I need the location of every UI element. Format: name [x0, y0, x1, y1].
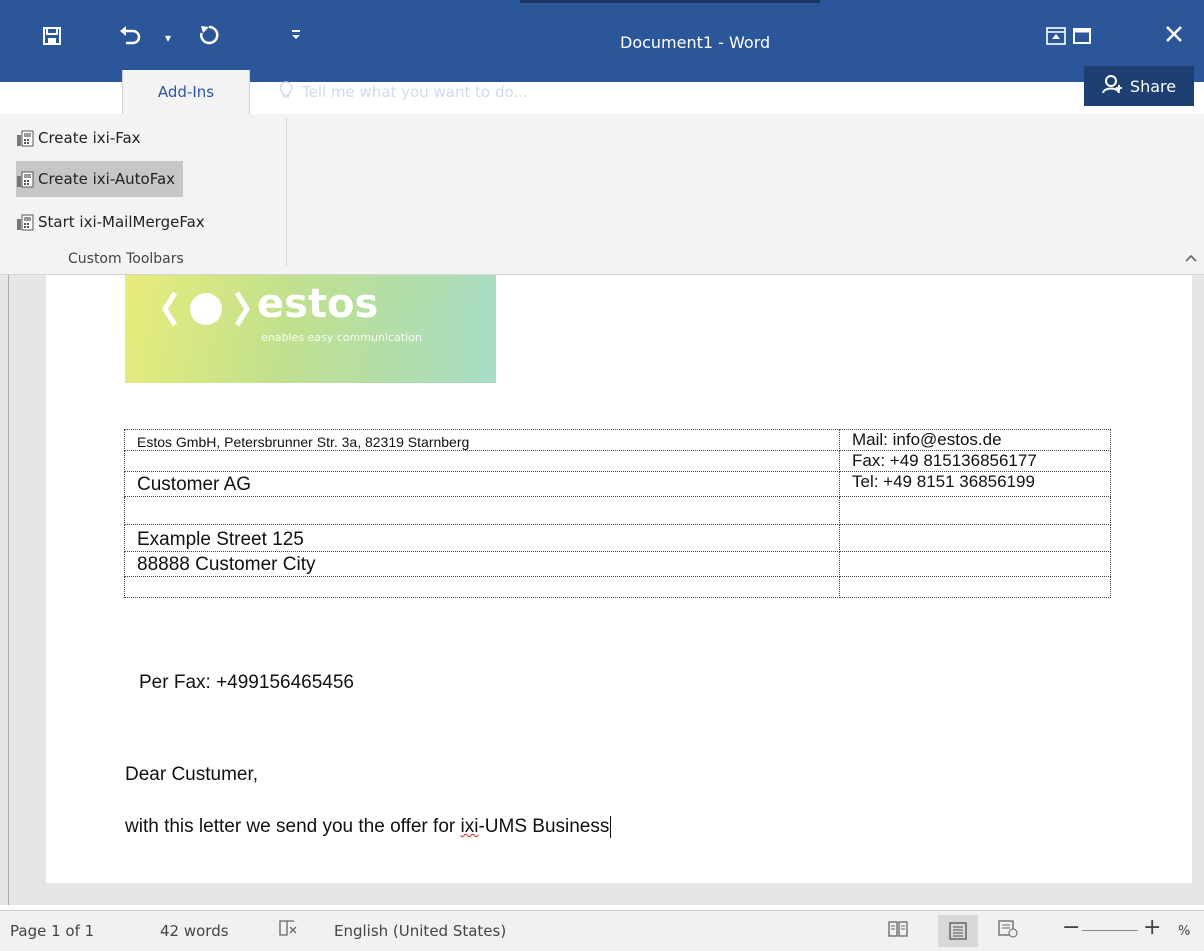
zoom-level[interactable]: %: [1178, 924, 1190, 939]
group-separator: [286, 118, 287, 266]
table-row: [124, 496, 1111, 525]
redo-icon[interactable]: [198, 24, 220, 51]
word-count[interactable]: 42 words: [160, 922, 229, 940]
lightbulb-icon: [278, 80, 294, 104]
document-area[interactable]: estos enables easy communication Estos G…: [0, 275, 1204, 905]
left-edge-line: [8, 275, 9, 905]
fax-icon: [16, 170, 34, 188]
tell-me-search[interactable]: Tell me what you want to do...: [278, 80, 528, 104]
zoom-in-icon[interactable]: +: [1143, 915, 1161, 940]
body-line[interactable]: with this letter we send you the offer f…: [125, 816, 612, 838]
body-text-prefix: with this letter we send you the offer f…: [125, 816, 461, 838]
save-icon[interactable]: [42, 26, 62, 51]
print-layout-button[interactable]: [938, 915, 978, 947]
document-page[interactable]: estos enables easy communication Estos G…: [46, 275, 1192, 883]
read-mode-icon[interactable]: [888, 920, 908, 942]
share-label: Share: [1129, 76, 1177, 96]
table-row: Estos GmbH, Petersbrunner Str. 3a, 82319…: [124, 429, 1111, 451]
create-ixi-fax-label: Create ixi-Fax: [38, 129, 141, 147]
empty-cell: [839, 576, 1111, 598]
body-text-suffix: -UMS Business: [478, 816, 610, 838]
status-bar: Page 1 of 1 42 words English (United Sta…: [0, 910, 1204, 951]
zoom-slider[interactable]: [1082, 930, 1138, 931]
tel-cell: Tel: +49 8151 36856199: [839, 471, 1111, 497]
empty-cell: [839, 524, 1111, 552]
window-title: Document1 - Word: [620, 33, 771, 52]
greeting-line: Dear Custumer,: [125, 764, 259, 785]
undo-dropdown-icon[interactable]: ▾: [165, 27, 171, 49]
table-row: Customer AG Tel: +49 8151 36856199: [124, 471, 1111, 497]
street-cell: Example Street 125: [124, 524, 840, 552]
proofing-icon[interactable]: [278, 919, 298, 941]
tab-file[interactable]: File: [34, 82, 90, 114]
empty-cell: [839, 551, 1111, 577]
language[interactable]: English (United States): [334, 922, 506, 940]
fax-icon: [16, 129, 34, 147]
collapse-ribbon-icon[interactable]: [1184, 252, 1198, 267]
empty-cell: [124, 450, 840, 472]
sender-line-cell: Estos GmbH, Petersbrunner Str. 3a, 82319…: [124, 429, 840, 451]
table-row: [124, 576, 1111, 598]
create-ixi-fax-button[interactable]: Create ixi-Fax: [16, 120, 149, 156]
estos-logo-mark: [161, 287, 251, 339]
person-add-icon: [1101, 74, 1124, 98]
start-ixi-mailmergefax-label: Start ixi-MailMergeFax: [38, 213, 205, 231]
city-cell: 88888 Customer City: [124, 551, 840, 577]
table-row: 88888 Customer City: [124, 551, 1111, 577]
empty-cell: [124, 576, 840, 598]
tab-add-ins[interactable]: Add-Ins: [122, 70, 250, 114]
page-count[interactable]: Page 1 of 1: [10, 922, 94, 940]
estos-logo: estos enables easy communication: [125, 275, 496, 383]
close-icon[interactable]: [1164, 24, 1184, 48]
web-layout-icon[interactable]: [998, 920, 1018, 942]
misspelled-word[interactable]: ixi: [461, 816, 479, 837]
ribbon-display-options-icon[interactable]: [1046, 27, 1066, 49]
tell-me-placeholder: Tell me what you want to do...: [302, 83, 528, 101]
text-cursor: [610, 816, 612, 838]
fax-icon: [16, 213, 34, 231]
mail-cell: Mail: info@estos.de: [839, 429, 1111, 451]
restore-icon[interactable]: [1073, 27, 1091, 49]
table-row: Fax: +49 815136856177: [124, 450, 1111, 472]
ribbon: Create ixi-Fax Create ixi-AutoFax Start …: [0, 114, 1204, 275]
zoom-out-icon[interactable]: −: [1062, 915, 1080, 940]
logo-wordmark: estos: [257, 281, 379, 327]
address-table: Estos GmbH, Petersbrunner Str. 3a, 82319…: [124, 429, 1111, 598]
group-label-custom-toolbars: Custom Toolbars: [68, 251, 184, 267]
customize-qat-icon[interactable]: [290, 26, 302, 49]
fax-cell: Fax: +49 815136856177: [839, 450, 1111, 472]
create-ixi-autofax-button[interactable]: Create ixi-AutoFax: [16, 161, 184, 197]
start-ixi-mailmergefax-button[interactable]: Start ixi-MailMergeFax: [16, 204, 213, 240]
table-row: Example Street 125: [124, 524, 1111, 552]
empty-cell: [839, 496, 1111, 525]
title-bar-top-strip: [520, 0, 820, 3]
share-button[interactable]: Share: [1084, 66, 1194, 106]
create-ixi-autofax-label: Create ixi-AutoFax: [38, 170, 176, 188]
print-layout-icon: [949, 922, 967, 940]
recipient-company-cell: Customer AG: [124, 471, 840, 497]
undo-icon[interactable]: [118, 25, 142, 50]
logo-tagline: enables easy communication: [261, 331, 422, 344]
per-fax-line: Per Fax: +499156465456: [139, 672, 354, 693]
empty-cell: [124, 496, 840, 525]
